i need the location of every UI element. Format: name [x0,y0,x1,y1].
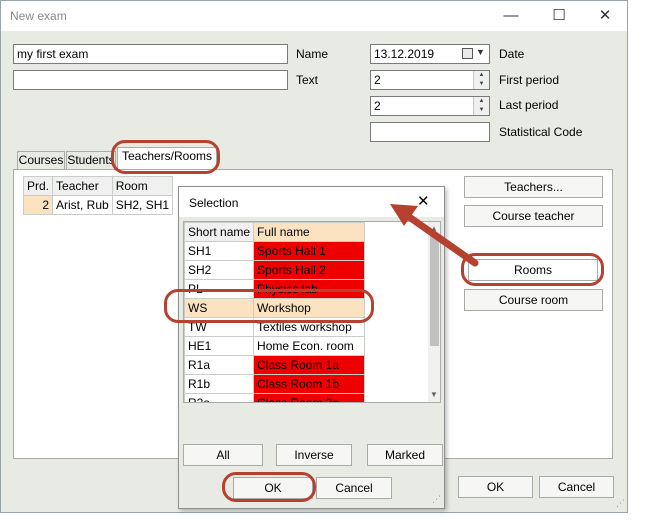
short-name-cell[interactable]: R2a [184,393,255,402]
selection-title: Selection [189,196,239,210]
date-label: Date [499,47,525,61]
short-name-cell[interactable]: R1b [184,374,255,394]
chevron-down-icon[interactable]: ▼ [476,47,485,57]
header-short-name: Short name [184,222,255,242]
name-input[interactable] [13,44,288,64]
down-arrow-icon[interactable]: ▼ [474,106,489,115]
up-arrow-icon[interactable]: ▲ [474,71,489,80]
full-name-cell[interactable]: Sports Hall 1 [253,241,366,261]
close-icon[interactable]: ✕ [585,5,625,27]
first-period-spin[interactable]: ▲ ▼ [473,71,489,89]
down-arrow-icon[interactable]: ▼ [474,80,489,89]
scroll-down-icon[interactable]: ▼ [430,390,438,399]
tab-teachers-rooms[interactable]: Teachers/Rooms [117,147,217,169]
short-name-cell[interactable]: SH1 [184,241,255,261]
text-input[interactable] [13,70,288,90]
list-item[interactable]: HE1 Home Econ. room [184,336,366,356]
selection-ok-button[interactable]: OK [233,477,313,499]
list-item[interactable]: R2a Class Room 2a [184,393,366,402]
short-name-cell[interactable]: SH2 [184,260,255,280]
selection-table: Short name Full name SH1 Sports Hall 1 SH2… [184,222,366,402]
full-name-cell[interactable]: Textiles workshop [253,317,366,337]
minimize-icon[interactable]: — [491,5,531,27]
full-name-cell[interactable]: Class Room 1a [253,355,366,375]
selection-cancel-button[interactable]: Cancel [316,477,392,499]
date-value: 13.12.2019 [374,47,435,61]
selection-rows: SH1 Sports Hall 1 SH2 Sports Hall 2 PL Physic… [184,241,366,402]
date-picker[interactable]: 13.12.2019 ▼ [370,44,490,64]
full-name-cell[interactable]: Home Econ. room [253,336,366,356]
cell-teacher[interactable]: Arist, Rub [52,195,113,215]
first-period-stepper[interactable]: 2 ▲ ▼ [370,70,490,90]
last-period-value: 2 [374,99,381,113]
marked-button[interactable]: Marked [367,444,443,466]
list-item[interactable]: PL Physics lab [184,279,366,299]
last-period-label: Last period [499,98,559,112]
full-name-cell[interactable]: Class Room 2a [253,393,366,402]
text-label: Text [296,73,319,87]
tab-students[interactable]: Students [66,151,116,169]
cell-room[interactable]: SH2, SH1 [111,195,174,215]
statistical-code-label: Statistical Code [499,125,583,139]
last-period-stepper[interactable]: 2 ▲ ▼ [370,96,490,116]
table-row[interactable]: 2 Arist, Rub SH2, SH1 [22,195,174,215]
title-bar: New exam — ☐ ✕ [1,1,627,31]
full-name-cell[interactable]: Sports Hall 2 [253,260,366,280]
short-name-cell[interactable]: WS [184,298,255,318]
short-name-cell[interactable]: TW [184,317,255,337]
inverse-button[interactable]: Inverse [276,444,352,466]
select-all-button[interactable]: All [183,444,263,466]
rooms-button[interactable]: Rooms [468,259,598,281]
up-arrow-icon[interactable]: ▲ [474,97,489,106]
full-name-cell[interactable]: Workshop [253,298,366,318]
list-item[interactable]: R1b Class Room 1b [184,374,366,394]
window-title: New exam [10,9,67,23]
cancel-button[interactable]: Cancel [539,476,614,498]
full-name-cell[interactable]: Class Room 1b [253,374,366,394]
statistical-code-input[interactable] [370,122,490,142]
maximize-icon[interactable]: ☐ [539,5,579,27]
header-full-name: Full name [253,222,366,242]
full-name-cell[interactable]: Physics lab [253,279,366,299]
list-item[interactable]: SH2 Sports Hall 2 [184,260,366,280]
first-period-label: First period [499,73,560,87]
course-room-button[interactable]: Course room [464,289,603,311]
name-label: Name [296,47,329,61]
short-name-cell[interactable]: PL [184,279,255,299]
header-teacher: Teacher [52,176,113,196]
list-item[interactable]: SH1 Sports Hall 1 [184,241,366,261]
teachers-button[interactable]: Teachers... [464,176,603,198]
annotation-arrow-icon [390,204,479,267]
header-room: Room [111,176,174,196]
list-item[interactable]: R1a Class Room 1a [184,355,366,375]
tab-courses[interactable]: Courses [17,151,65,169]
first-period-value: 2 [374,73,381,87]
resize-grip-icon[interactable]: ⋰ [432,494,441,505]
assignment-table: Prd. Teacher Room 2 Arist, Rub SH2, SH1 [22,176,174,215]
ok-button[interactable]: OK [458,476,533,498]
cell-prd[interactable]: 2 [22,195,54,215]
list-item[interactable]: WS Workshop [184,298,366,318]
short-name-cell[interactable]: HE1 [184,336,255,356]
course-teacher-button[interactable]: Course teacher [464,205,603,227]
header-prd: Prd. [22,176,54,196]
calendar-icon[interactable] [462,48,473,59]
list-item[interactable]: TW Textiles workshop [184,317,366,337]
short-name-cell[interactable]: R1a [184,355,255,375]
resize-grip-icon[interactable]: ⋰ [616,498,625,509]
last-period-spin[interactable]: ▲ ▼ [473,97,489,115]
